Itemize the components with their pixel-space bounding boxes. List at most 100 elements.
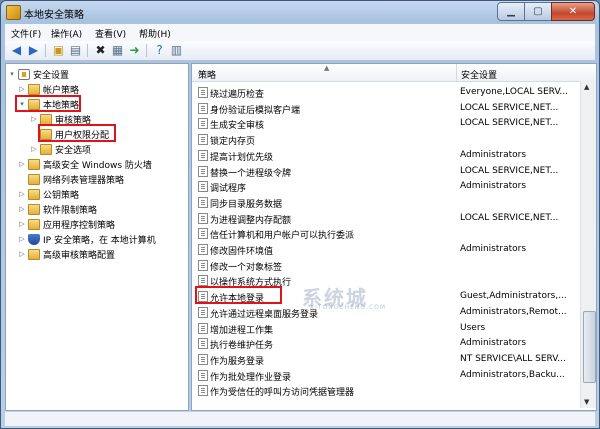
folder-icon <box>28 83 40 95</box>
policy-name: 信任计算机和用户帐户可以执行委派 <box>210 231 355 242</box>
table-row[interactable]: 同步目录服务数据 <box>192 195 580 211</box>
expand-arrow-icon[interactable]: ▷ <box>18 235 26 243</box>
folder-icon <box>28 203 40 215</box>
tree-node-ip-security[interactable]: ▷ IP 安全策略，在 本地计算机 <box>18 232 156 246</box>
vertical-scrollbar[interactable]: ▲ ▼ <box>580 81 596 408</box>
expand-arrow-icon[interactable]: ▷ <box>18 220 26 228</box>
show-hide-tree-icon[interactable]: ▤ <box>68 43 83 58</box>
table-row[interactable]: 作为批处理作业登录 Administrators,Backu... <box>192 368 580 384</box>
folder-icon <box>40 143 52 155</box>
tree-node-security-options[interactable]: ▷ 安全选项 <box>30 142 91 156</box>
table-row[interactable]: 执行卷维护任务 Administrators <box>192 336 580 352</box>
tree-node-network-list-manager[interactable]: 网络列表管理器策略 <box>18 172 124 186</box>
security-setting: Users <box>460 322 486 333</box>
column-header-security-setting[interactable]: 安全设置 <box>461 68 497 81</box>
title-bar[interactable]: 本地安全策略 ▁ ▢ ✕ <box>1 1 599 23</box>
policy-name: 作为受信任的呼叫方访问凭据管理器 <box>210 388 355 399</box>
scroll-down-icon[interactable]: ▼ <box>584 398 589 406</box>
tree-node-security-settings[interactable]: ▾ 安全设置 <box>8 67 69 81</box>
menu-action[interactable]: 操作(A) <box>51 27 82 40</box>
expand-arrow-icon[interactable]: ▷ <box>30 145 38 153</box>
tree-node-account-policies[interactable]: ▷ 帐户策略 <box>18 82 79 96</box>
table-row[interactable]: 修改固件环境值 Administrators <box>192 242 580 258</box>
up-folder-icon[interactable]: ▣ <box>51 43 66 58</box>
toolbar-divider <box>146 44 147 57</box>
export-list-icon[interactable]: ➜ <box>127 43 142 58</box>
table-row[interactable]: 调试程序 Administrators <box>192 179 580 195</box>
forward-icon[interactable]: ▶ <box>26 43 41 58</box>
security-policy-icon <box>6 5 21 20</box>
tree-node-application-control[interactable]: ▷ 应用程序控制策略 <box>18 217 115 231</box>
list-header: 策略 ▲ 安全设置 <box>192 64 596 82</box>
security-setting: Administrators <box>460 149 527 160</box>
policy-name: 增加进程工作集 <box>210 325 274 336</box>
column-header-policy[interactable]: 策略 <box>198 68 216 81</box>
policy-icon <box>198 212 208 224</box>
expand-arrow-icon[interactable]: ▷ <box>18 190 26 198</box>
policy-name: 锁定内存页 <box>210 137 256 148</box>
folder-icon <box>28 248 40 260</box>
show-action-pane-icon[interactable]: ▥ <box>169 43 184 58</box>
tree-node-windows-firewall[interactable]: ▷ 高级安全 Windows 防火墙 <box>18 157 152 171</box>
security-setting: Administrators <box>460 338 527 349</box>
expand-arrow-icon[interactable]: ▷ <box>18 250 26 258</box>
folder-icon <box>28 188 40 200</box>
expand-arrow-icon[interactable]: ▷ <box>18 85 26 93</box>
table-row[interactable]: 信任计算机和用户帐户可以执行委派 <box>192 226 580 242</box>
table-row[interactable]: 替换一个进程级令牌 LOCAL SERVICE,NET... <box>192 164 580 180</box>
policy-icon <box>198 134 208 146</box>
table-row[interactable]: 身份验证后模拟客户端 LOCAL SERVICE,NET... <box>192 101 580 117</box>
menu-help[interactable]: 帮助(H) <box>139 27 171 40</box>
tree-label: 安全选项 <box>55 145 92 156</box>
policy-name: 绕过遍历检查 <box>210 90 265 100</box>
properties-icon[interactable]: ▦ <box>110 43 125 58</box>
minimize-button[interactable]: ▁ <box>497 2 525 21</box>
expand-arrow-icon[interactable]: ▾ <box>8 70 16 78</box>
tree-node-public-key-policies[interactable]: ▷ 公钥策略 <box>18 187 79 201</box>
security-setting: LOCAL SERVICE,NET... <box>460 165 559 176</box>
table-row[interactable]: 锁定内存页 <box>192 132 580 148</box>
security-setting: NT SERVICE\ALL SERV... <box>460 353 566 364</box>
expand-arrow-icon[interactable]: ▷ <box>18 160 26 168</box>
scroll-up-icon[interactable]: ▲ <box>584 83 589 91</box>
highlight-allow-log-on-locally <box>195 286 282 304</box>
tree-label: IP 安全策略，在 本地计算机 <box>43 235 156 246</box>
delete-icon[interactable]: ✖ <box>93 43 108 58</box>
tree-node-software-restriction[interactable]: ▷ 软件限制策略 <box>18 202 97 216</box>
expand-arrow-icon[interactable]: ▷ <box>30 115 38 123</box>
maximize-button[interactable]: ▢ <box>524 2 552 21</box>
security-setting: Guest,Administrators,... <box>460 291 567 302</box>
table-row[interactable]: 为进程调整内存配额 LOCAL SERVICE,NET... <box>192 211 580 227</box>
policy-icon <box>198 196 208 208</box>
policy-icon <box>198 338 208 350</box>
policy-name: 调试程序 <box>210 184 247 195</box>
shield-icon <box>28 233 40 245</box>
help-icon[interactable]: ? <box>152 43 167 58</box>
policy-name: 修改一个对象标签 <box>210 262 283 273</box>
table-row[interactable]: 作为受信任的呼叫方访问凭据管理器 <box>192 383 580 399</box>
close-button[interactable]: ✕ <box>551 2 595 21</box>
policy-name: 替换一个进程级令牌 <box>210 168 292 179</box>
policy-icon <box>198 87 208 98</box>
expand-arrow-icon[interactable]: ▷ <box>18 205 26 213</box>
policy-icon <box>198 385 208 397</box>
column-divider[interactable] <box>456 64 457 81</box>
security-setting: Administrators <box>460 181 527 192</box>
table-row[interactable]: 修改一个对象标签 <box>192 258 580 274</box>
menu-file[interactable]: 文件(F) <box>11 27 41 40</box>
table-row[interactable]: 作为服务登录 NT SERVICE\ALL SERV... <box>192 352 580 368</box>
security-setting: Everyone,LOCAL SERV... <box>460 87 569 97</box>
policy-icon <box>198 181 208 193</box>
policy-name: 生成安全审核 <box>210 121 265 132</box>
back-icon[interactable]: ◀ <box>9 43 24 58</box>
menu-view[interactable]: 查看(V) <box>95 27 126 40</box>
scrollbar-thumb[interactable] <box>583 311 596 383</box>
folder-icon <box>40 113 52 125</box>
table-row[interactable]: 提高计划优先级 Administrators <box>192 148 580 164</box>
toolbar: ◀ ▶ ▣ ▤ ✖ ▦ ➜ ? ▥ <box>5 41 595 61</box>
table-row[interactable]: 生成安全审核 LOCAL SERVICE,NET... <box>192 116 580 132</box>
highlight-user-rights-assignment <box>38 124 116 142</box>
table-row[interactable]: 增加进程工作集 Users <box>192 321 580 337</box>
tree-node-advanced-audit[interactable]: ▷ 高级审核策略配置 <box>18 247 115 261</box>
table-row[interactable]: 绕过遍历检查 Everyone,LOCAL SERV... <box>192 85 580 101</box>
